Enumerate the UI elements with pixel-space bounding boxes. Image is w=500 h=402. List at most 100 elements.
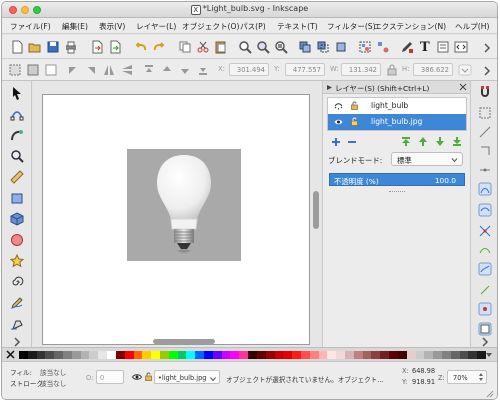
print-icon[interactable] — [64, 40, 78, 54]
rotate-cw-icon[interactable] — [84, 63, 98, 77]
menu-help[interactable]: ヘルプ(H) — [455, 21, 489, 32]
select-all-icon[interactable] — [8, 63, 22, 77]
selector-arrow-icon[interactable] — [10, 86, 24, 100]
resize-grip-icon[interactable] — [486, 390, 494, 398]
layer-to-top-icon[interactable] — [401, 136, 411, 147]
group-icon[interactable] — [358, 40, 372, 54]
xml-editor-icon[interactable] — [454, 40, 468, 54]
unlocked-icon[interactable] — [351, 117, 358, 126]
spiral-tool-icon[interactable] — [10, 275, 24, 289]
light-bulb-photo[interactable] — [127, 149, 241, 261]
ungroup-icon[interactable] — [376, 40, 390, 54]
clone-icon[interactable] — [316, 40, 330, 54]
snap-paths-icon[interactable] — [478, 203, 492, 217]
y-field[interactable]: 477.557 — [285, 63, 325, 76]
3d-box-tool-icon[interactable] — [10, 212, 24, 226]
measure-tool-icon[interactable] — [10, 170, 24, 184]
units-dropdown-icon[interactable] — [458, 63, 472, 77]
menu-object[interactable]: オブジェクト(O) — [182, 21, 239, 32]
fill-value[interactable]: 該当なし — [40, 367, 66, 377]
import-icon[interactable] — [90, 40, 104, 54]
flip-horizontal-icon[interactable] — [102, 63, 116, 77]
lower-icon[interactable] — [178, 63, 192, 77]
menu-extensions[interactable]: エクステンション(N) — [374, 21, 446, 32]
remove-layer-icon[interactable] — [347, 137, 357, 147]
snap-bbox-corner-icon[interactable] — [478, 144, 492, 158]
flip-vertical-icon[interactable] — [120, 63, 134, 77]
snap-centers-icon[interactable] — [478, 302, 492, 316]
lower-to-bottom-icon[interactable] — [196, 63, 210, 77]
menu-layer[interactable]: レイヤー(L) — [136, 21, 176, 32]
menu-edit[interactable]: 編集(E) — [62, 21, 88, 32]
x-field[interactable]: 301.494 — [229, 63, 269, 76]
redo-icon[interactable] — [152, 40, 166, 54]
node-tool-icon[interactable] — [10, 107, 24, 121]
rotate-ccw-icon[interactable] — [66, 63, 80, 77]
undo-icon[interactable] — [134, 40, 148, 54]
layer-row-selected[interactable]: light_bulb.jpg — [328, 114, 466, 130]
zoom-tool-icon[interactable] — [10, 149, 24, 163]
fill-stroke-icon[interactable] — [400, 40, 414, 54]
snap-page-border-icon[interactable] — [478, 322, 492, 336]
menu-file[interactable]: ファイル(F) — [10, 21, 51, 32]
add-layer-icon[interactable] — [331, 137, 341, 147]
text-font-icon[interactable]: T — [418, 39, 432, 53]
star-tool-icon[interactable] — [10, 254, 24, 268]
menu-view[interactable]: 表示(V) — [99, 21, 125, 32]
opacity-slider[interactable]: 不透明度 (%) 100.0 — [329, 173, 465, 186]
rectangle-tool-icon[interactable] — [10, 191, 24, 205]
select-all-layers-icon[interactable] — [26, 63, 40, 77]
pen-tool-icon[interactable] — [10, 317, 24, 331]
deselect-icon[interactable] — [44, 63, 58, 77]
unlocked-icon[interactable] — [351, 101, 358, 110]
raise-icon[interactable] — [160, 63, 174, 77]
lock-toggle-icon[interactable] — [145, 372, 152, 381]
lock-proportions-icon[interactable] — [385, 63, 399, 77]
ellipse-tool-icon[interactable] — [10, 233, 24, 247]
canvas-area[interactable] — [33, 81, 322, 347]
export-icon[interactable] — [108, 40, 122, 54]
layers-icon[interactable] — [436, 40, 450, 54]
opacity-spinbox[interactable]: 0 — [96, 370, 124, 384]
cut-icon[interactable] — [196, 40, 210, 54]
menu-filters[interactable]: フィルター(S) — [327, 21, 376, 32]
snap-toggle-icon[interactable] — [478, 85, 492, 99]
palette-menu-icon[interactable] — [485, 351, 493, 359]
layer-lower-icon[interactable] — [435, 136, 445, 147]
snap-nodes-icon[interactable] — [478, 182, 492, 196]
layer-name[interactable]: light_bulb — [371, 101, 408, 110]
w-field[interactable]: 131.342 — [341, 63, 381, 76]
current-layer-select[interactable]: •light_bulb.jpg — [154, 370, 220, 384]
pencil-tool-icon[interactable] — [10, 296, 24, 310]
zoom-selection-icon[interactable] — [238, 40, 252, 54]
raise-to-top-icon[interactable] — [142, 63, 156, 77]
document-page[interactable] — [42, 94, 310, 345]
eye-open-icon[interactable] — [334, 118, 343, 126]
new-document-icon[interactable] — [10, 40, 24, 54]
eye-toggle-icon[interactable] — [131, 373, 143, 381]
snap-bbox-edge-icon[interactable] — [478, 125, 492, 139]
controls-overflow-chevron-icon[interactable] — [480, 64, 491, 78]
zoom-spinbox[interactable]: 70% — [447, 370, 487, 384]
toolbar-overflow-chevron-icon[interactable] — [480, 41, 491, 55]
zoom-drawing-icon[interactable] — [256, 40, 270, 54]
open-icon[interactable] — [28, 40, 42, 54]
copy-icon[interactable] — [178, 40, 192, 54]
snap-intersection-icon[interactable] — [478, 224, 492, 238]
snap-midpoints-icon[interactable] — [478, 283, 492, 297]
zoom-page-icon[interactable] — [274, 40, 288, 54]
stroke-value[interactable]: 該当なし — [40, 378, 66, 388]
canvas-vertical-scrollbar[interactable] — [313, 191, 319, 229]
unlink-clone-icon[interactable] — [334, 40, 348, 54]
snap-bbox-icon[interactable] — [478, 106, 492, 120]
layer-name[interactable]: light_bulb.jpg — [371, 117, 422, 126]
paste-icon[interactable] — [214, 40, 228, 54]
h-field[interactable]: 386.622 — [413, 63, 453, 76]
dock-resize-handle[interactable] — [389, 191, 405, 193]
tweak-tool-icon[interactable] — [10, 128, 24, 142]
menu-path[interactable]: パス(P) — [240, 21, 266, 32]
layer-row[interactable]: light_bulb — [328, 98, 466, 114]
snap-bbox-midpoint-icon[interactable] — [478, 163, 492, 177]
no-paint-x-icon[interactable] — [6, 350, 15, 359]
dock-close-icon[interactable] — [459, 83, 467, 91]
